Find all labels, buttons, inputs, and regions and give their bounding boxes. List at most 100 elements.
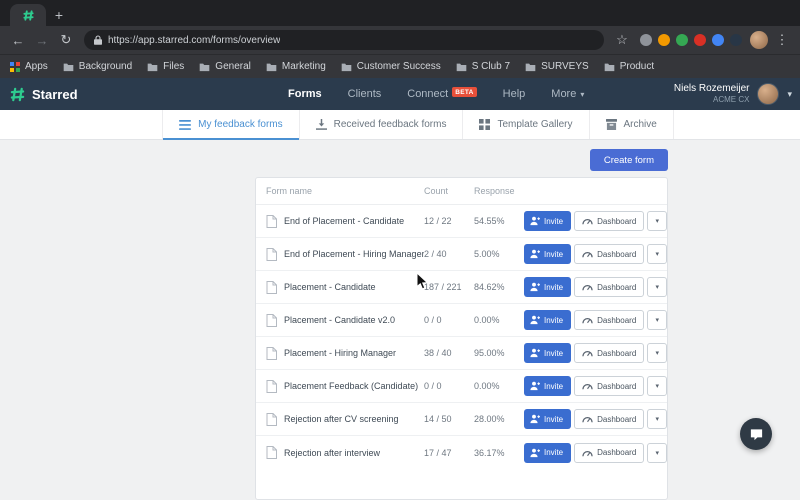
row-dropdown-button[interactable]: ▾ <box>647 277 667 297</box>
dashboard-button[interactable]: Dashboard <box>574 443 644 463</box>
invite-label: Invite <box>544 250 563 259</box>
form-count: 12 / 22 <box>424 216 474 226</box>
row-dropdown-button[interactable]: ▾ <box>647 409 667 429</box>
browser-tab[interactable] <box>10 4 46 26</box>
intercom-chat-button[interactable] <box>740 418 772 450</box>
tab-received-feedback-forms[interactable]: Received feedback forms <box>299 110 463 139</box>
url-text: https://app.starred.com/forms/overview <box>108 35 280 46</box>
form-response: 0.00% <box>474 315 524 325</box>
extension-icon[interactable] <box>640 34 652 46</box>
row-actions: Invite Dashboard▾ <box>524 244 667 264</box>
dashboard-button[interactable]: Dashboard <box>574 409 644 429</box>
main-content: Create form Form name Count Response End… <box>0 140 800 464</box>
dashboard-button[interactable]: Dashboard <box>574 244 644 264</box>
bookmark-files[interactable]: Files <box>147 61 184 72</box>
tab-my-feedback-forms[interactable]: My feedback forms <box>162 110 298 139</box>
bookmark-star-icon[interactable]: ☆ <box>612 32 632 48</box>
row-dropdown-button[interactable]: ▾ <box>647 343 667 363</box>
row-actions: InviteDashboard▾ <box>524 310 667 330</box>
dashboard-button[interactable]: Dashboard <box>574 376 644 396</box>
invite-button[interactable]: Invite <box>524 244 571 264</box>
doc-icon <box>266 281 284 294</box>
folder-icon <box>525 62 536 72</box>
form-response: 54.55% <box>474 216 524 226</box>
nav-item-connect[interactable]: ConnectBETA <box>407 88 476 100</box>
row-dropdown-button[interactable]: ▾ <box>647 310 667 330</box>
extension-icon[interactable] <box>658 34 670 46</box>
invite-person-icon <box>530 448 540 458</box>
bookmark-product[interactable]: Product <box>604 61 654 72</box>
dashboard-button[interactable]: Dashboard <box>574 211 644 231</box>
row-dropdown-button[interactable]: ▾ <box>647 376 667 396</box>
tab-template-gallery[interactable]: Template Gallery <box>462 110 588 139</box>
invite-label: Invite <box>544 217 563 226</box>
extension-icon[interactable] <box>730 34 742 46</box>
address-bar[interactable]: https://app.starred.com/forms/overview <box>84 30 604 50</box>
invite-label: Invite <box>544 349 563 358</box>
dashboard-button[interactable]: Dashboard <box>574 310 644 330</box>
invite-label: Invite <box>544 448 563 457</box>
invite-button[interactable]: Invite <box>524 443 571 463</box>
browser-menu-icon[interactable]: ⋮ <box>772 32 792 48</box>
create-form-button[interactable]: Create form <box>590 149 668 171</box>
row-dropdown-button[interactable]: ▾ <box>647 211 667 231</box>
dashboard-label: Dashboard <box>597 217 636 226</box>
bookmark-background[interactable]: Background <box>63 61 132 72</box>
table-row: Placement Feedback (Candidate)0 / 00.00%… <box>256 370 667 403</box>
nav-item-clients[interactable]: Clients <box>348 88 382 100</box>
extension-icon[interactable] <box>694 34 706 46</box>
doc-icon <box>266 413 284 426</box>
bookmark-general[interactable]: General <box>199 61 251 72</box>
bookmark-apps[interactable]: Apps <box>10 61 48 72</box>
extension-icon[interactable] <box>712 34 724 46</box>
chat-bubble-icon <box>749 427 764 442</box>
invite-button[interactable]: Invite <box>524 277 571 297</box>
starred-logo-icon <box>10 87 25 102</box>
form-name: Placement - Candidate v2.0 <box>284 315 424 325</box>
feedback-tabs: My feedback formsReceived feedback forms… <box>162 110 674 139</box>
invite-button[interactable]: Invite <box>524 310 571 330</box>
table-row: Rejection after CV screening14 / 5028.00… <box>256 403 667 436</box>
dashboard-gauge-icon <box>582 382 593 390</box>
invite-button[interactable]: Invite <box>524 409 571 429</box>
nav-item-forms[interactable]: Forms <box>288 88 322 100</box>
doc-icon <box>266 446 284 459</box>
extension-icon[interactable] <box>676 34 688 46</box>
table-row: End of Placement - Hiring Manager2 / 405… <box>256 238 667 271</box>
new-tab-button[interactable]: + <box>46 4 72 26</box>
tab-label: Template Gallery <box>497 119 572 130</box>
reload-button[interactable]: ↻ <box>56 32 76 48</box>
main-nav: Forms Clients ConnectBETA Help More▾ <box>288 78 584 110</box>
form-response: 84.62% <box>474 282 524 292</box>
bookmark-customer-success[interactable]: Customer Success <box>341 61 441 72</box>
form-count: 2 / 40 <box>424 249 474 259</box>
nav-item-label: More <box>551 88 576 100</box>
dashboard-button[interactable]: Dashboard <box>574 277 644 297</box>
invite-button[interactable]: Invite <box>524 211 571 231</box>
bookmark-s-club-7[interactable]: S Club 7 <box>456 61 510 72</box>
bookmark-label: Marketing <box>282 61 326 72</box>
browser-profile-avatar[interactable] <box>750 31 768 49</box>
nav-item-help[interactable]: Help <box>503 88 526 100</box>
dashboard-button[interactable]: Dashboard <box>574 343 644 363</box>
forward-button[interactable]: → <box>32 33 52 48</box>
starred-logo[interactable]: Starred <box>10 87 78 102</box>
bookmark-label: Customer Success <box>357 61 441 72</box>
column-header-response: Response <box>474 186 524 196</box>
dashboard-gauge-icon <box>582 283 593 291</box>
user-info: Niels Rozemeijer ACME CX <box>674 83 750 106</box>
user-menu[interactable]: Niels Rozemeijer ACME CX ▾ <box>674 78 792 110</box>
nav-item-more[interactable]: More▾ <box>551 88 584 100</box>
row-dropdown-button[interactable]: ▾ <box>647 443 667 463</box>
form-name: Placement - Hiring Manager <box>284 348 424 358</box>
row-dropdown-button[interactable]: ▾ <box>647 244 667 264</box>
dashboard-gauge-icon <box>582 415 593 423</box>
invite-button[interactable]: Invite <box>524 343 571 363</box>
bookmark-surveys[interactable]: SURVEYS <box>525 61 589 72</box>
apps-grid-icon <box>10 62 20 72</box>
tab-archive[interactable]: Archive <box>589 110 674 139</box>
invite-label: Invite <box>544 415 563 424</box>
back-button[interactable]: ← <box>8 33 28 48</box>
invite-button[interactable]: Invite <box>524 376 571 396</box>
bookmark-marketing[interactable]: Marketing <box>266 61 326 72</box>
